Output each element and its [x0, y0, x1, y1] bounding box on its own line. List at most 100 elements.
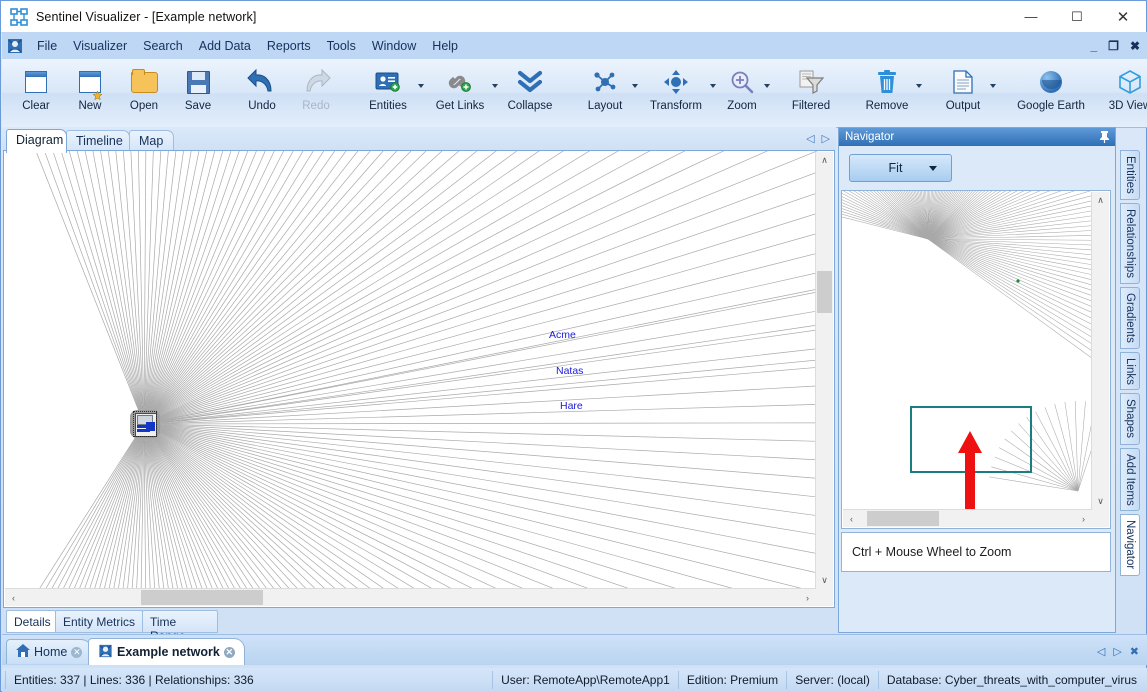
nav-horizontal-scroll-thumb[interactable]: [867, 511, 939, 526]
tab-map[interactable]: Map: [129, 130, 174, 151]
scroll-down-button[interactable]: ∨: [816, 572, 833, 589]
tab-scroll-arrows: ◁ ▷: [806, 132, 830, 145]
node-label-hare: Hare: [560, 400, 583, 412]
mdi-minimize-button[interactable]: _: [1090, 40, 1097, 52]
toolbar-button-get-links[interactable]: Get Links: [423, 59, 497, 123]
horizontal-scroll-thumb[interactable]: [141, 590, 263, 605]
toolbar-button-transform[interactable]: Transform: [637, 59, 715, 123]
menu-item-window[interactable]: Window: [364, 36, 424, 56]
toolbar-button-3d-view[interactable]: 3D View: [1097, 59, 1147, 123]
close-button[interactable]: ✕: [1100, 1, 1146, 32]
tab-timeline[interactable]: Timeline: [66, 130, 130, 151]
detail-tab-bar: Details Entity Metrics Time Range: [3, 610, 835, 633]
nav-scroll-down-button[interactable]: ∨: [1092, 493, 1109, 510]
scroll-left-button[interactable]: ‹: [5, 589, 22, 606]
menu-item-search[interactable]: Search: [135, 36, 191, 56]
app-tab-bar: Home ✕ Example network ✕ ◁ ▷ ✖: [2, 634, 1147, 665]
scroll-right-button[interactable]: ›: [799, 589, 816, 606]
toolbar-label: Undo: [248, 100, 276, 112]
toolbar-button-filtered[interactable]: Filtered: [779, 59, 843, 123]
side-tab-label: Links: [1124, 358, 1136, 385]
toolbar-button-entities[interactable]: Entities: [353, 59, 423, 123]
toolbar-button-clear[interactable]: Clear: [9, 59, 63, 123]
chevron-down-icon[interactable]: [990, 84, 996, 88]
side-tab-label: Shapes: [1124, 399, 1136, 438]
trash-can-icon: [875, 65, 899, 99]
mdi-restore-button[interactable]: ❐: [1108, 40, 1119, 52]
menu-item-help[interactable]: Help: [424, 36, 466, 56]
mdi-close-button[interactable]: ✖: [1130, 40, 1140, 52]
selected-computer-node[interactable]: [130, 410, 160, 438]
navigator-vertical-scrollbar[interactable]: ∧ ∨: [1091, 192, 1109, 510]
double-chevron-down-icon: [517, 65, 543, 99]
toolbar-button-redo[interactable]: Redo: [289, 59, 343, 123]
menu-item-add-data[interactable]: Add Data: [191, 36, 259, 56]
close-icon[interactable]: ✕: [71, 647, 82, 658]
tab-entity-metrics[interactable]: Entity Metrics: [55, 610, 143, 633]
toolbar-button-save[interactable]: Save: [171, 59, 225, 123]
toolbar-button-layout[interactable]: Layout: [573, 59, 637, 123]
side-tab-links[interactable]: Links: [1120, 352, 1140, 391]
network-edges: [4, 151, 818, 589]
app-tab-next-arrow[interactable]: ▷: [1113, 645, 1121, 658]
navigator-horizontal-scrollbar[interactable]: ‹ ›: [843, 509, 1092, 527]
nav-scroll-left-button[interactable]: ‹: [843, 510, 860, 527]
canvas-vertical-scrollbar[interactable]: ∧ ∨: [815, 152, 833, 589]
app-tab-label: Home: [34, 645, 67, 659]
toolbar-label: Google Earth: [1017, 100, 1085, 112]
chevron-down-icon[interactable]: [764, 84, 770, 88]
status-edition: Edition: Premium: [678, 671, 787, 689]
status-user: User: RemoteApp\RemoteApp1: [492, 671, 679, 689]
vertical-scroll-thumb[interactable]: [817, 271, 832, 313]
diagram-canvas[interactable]: Acme Natas Hare Melissa: [4, 151, 818, 589]
side-tab-navigator[interactable]: Navigator: [1120, 514, 1140, 575]
status-bar: Entities: 337 | Lines: 336 | Relationshi…: [2, 668, 1147, 692]
toolbar-button-new[interactable]: New: [63, 59, 117, 123]
toolbar-button-zoom[interactable]: Zoom: [715, 59, 769, 123]
tab-prev-arrow[interactable]: ◁: [806, 132, 814, 145]
app-tab-close-button[interactable]: ✖: [1130, 645, 1139, 658]
menu-item-visualizer[interactable]: Visualizer: [65, 36, 135, 56]
fit-button-label: Fit: [850, 161, 929, 175]
menu-item-reports[interactable]: Reports: [259, 36, 319, 56]
toolbar-button-collapse[interactable]: Collapse: [497, 59, 563, 123]
app-tab-prev-arrow[interactable]: ◁: [1097, 645, 1105, 658]
toolbar-button-google-earth[interactable]: Google Earth: [1005, 59, 1097, 123]
tab-time-range[interactable]: Time Range: [142, 610, 218, 633]
app-tab-example-network[interactable]: Example network ✕: [88, 638, 245, 665]
close-icon[interactable]: ✕: [224, 647, 235, 658]
nav-scroll-right-button[interactable]: ›: [1075, 510, 1092, 527]
navigator-canvas[interactable]: [842, 191, 1094, 512]
menu-item-tools[interactable]: Tools: [319, 36, 364, 56]
toolbar-button-remove[interactable]: Remove: [853, 59, 921, 123]
tab-next-arrow[interactable]: ▷: [822, 132, 830, 145]
toolbar-button-output[interactable]: Output: [931, 59, 995, 123]
toolbar-label: Remove: [866, 100, 909, 112]
google-earth-globe-icon: [1040, 65, 1062, 99]
app-tab-home[interactable]: Home ✕: [6, 639, 92, 664]
toolbar-button-undo[interactable]: Undo: [235, 59, 289, 123]
minimize-button[interactable]: —: [1008, 1, 1054, 32]
navigator-canvas-container[interactable]: ∧ ∨ ‹ ›: [841, 190, 1111, 529]
chevron-down-icon[interactable]: [916, 84, 922, 88]
side-tab-relationships[interactable]: Relationships: [1120, 203, 1140, 284]
side-tab-gradients[interactable]: Gradients: [1120, 287, 1140, 349]
nav-scroll-up-button[interactable]: ∧: [1092, 192, 1109, 209]
diagram-canvas-container[interactable]: Acme Natas Hare Melissa ∧ ∨ ‹ ›: [3, 150, 835, 608]
side-tab-shapes[interactable]: Shapes: [1120, 393, 1140, 444]
maximize-button[interactable]: ☐: [1054, 1, 1100, 32]
fit-dropdown-button[interactable]: Fit: [849, 154, 952, 182]
pushpin-icon[interactable]: [1099, 130, 1110, 146]
tab-details[interactable]: Details: [6, 610, 56, 633]
scroll-up-button[interactable]: ∧: [816, 152, 833, 169]
canvas-horizontal-scrollbar[interactable]: ‹ ›: [5, 588, 816, 606]
toolbar-button-open[interactable]: Open: [117, 59, 171, 123]
side-tab-add-items[interactable]: Add Items: [1120, 448, 1140, 512]
toolbar-label: Open: [130, 100, 158, 112]
toolbar-label: 3D View: [1109, 100, 1147, 112]
menu-item-file[interactable]: File: [29, 36, 65, 56]
tab-diagram[interactable]: Diagram: [6, 129, 67, 153]
chevron-down-icon[interactable]: [929, 166, 937, 171]
side-tab-entities[interactable]: Entities: [1120, 150, 1140, 200]
floppy-disk-icon: [187, 65, 210, 99]
